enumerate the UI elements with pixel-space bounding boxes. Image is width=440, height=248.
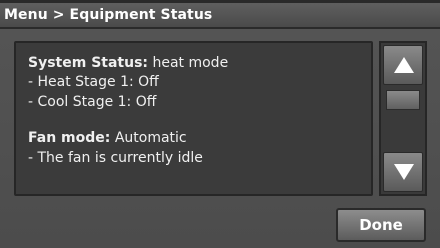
cool-stage-line: - Cool Stage 1: Off bbox=[28, 94, 157, 110]
scroll-up-button[interactable] bbox=[383, 45, 423, 85]
system-status-value: heat mode bbox=[152, 55, 229, 71]
scroll-thumb[interactable] bbox=[386, 90, 420, 110]
scroll-down-button[interactable] bbox=[383, 152, 423, 192]
fan-mode-value: Automatic bbox=[114, 130, 187, 146]
triangle-up-icon bbox=[394, 57, 414, 73]
equipment-status-screen: Menu > Equipment Status System Status: h… bbox=[0, 0, 440, 248]
breadcrumb-title: Menu > Equipment Status bbox=[4, 7, 213, 23]
heat-stage-line: - Heat Stage 1: Off bbox=[28, 74, 159, 90]
fan-mode-line: Fan mode: Automatic bbox=[28, 130, 187, 146]
done-button[interactable]: Done bbox=[336, 208, 426, 242]
status-panel: System Status: heat mode - Heat Stage 1:… bbox=[14, 41, 373, 196]
triangle-down-icon bbox=[394, 164, 414, 180]
system-status-line: System Status: heat mode bbox=[28, 55, 228, 71]
system-status-label: System Status: bbox=[28, 55, 149, 71]
scrollbar[interactable] bbox=[379, 41, 427, 196]
title-bar: Menu > Equipment Status bbox=[0, 3, 440, 29]
fan-mode-label: Fan mode: bbox=[28, 130, 111, 146]
fan-state-line: - The fan is currently idle bbox=[28, 150, 203, 166]
